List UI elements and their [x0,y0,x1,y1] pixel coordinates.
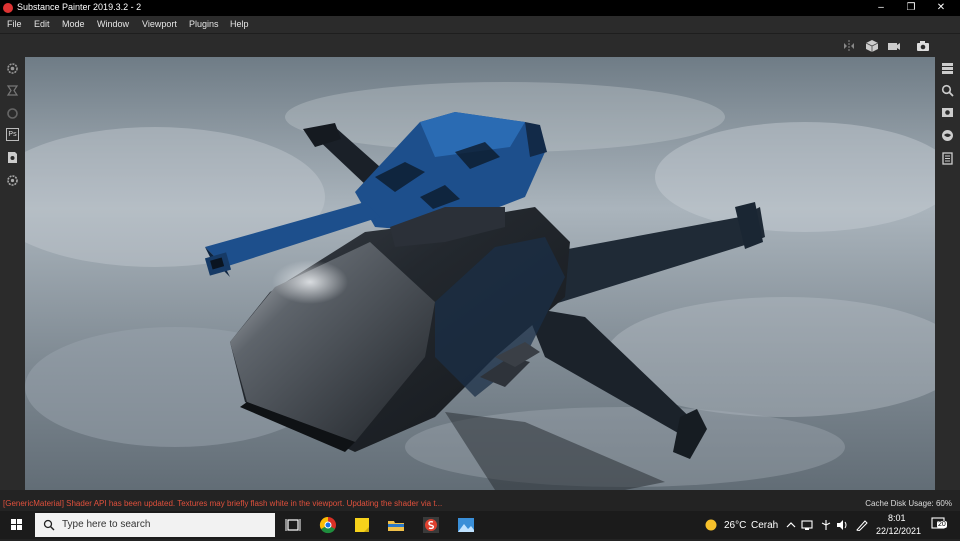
settings-gear-icon[interactable] [6,62,19,75]
notification-badge: 20 [937,521,947,528]
notification-center-button[interactable]: 20 [930,516,948,532]
cache-disk-usage: Cache Disk Usage: 60% [865,499,952,508]
volume-icon[interactable] [836,519,850,531]
left-sidebar: Ps [0,57,25,490]
cube-display-icon[interactable] [865,39,879,53]
pen-ink-icon[interactable] [855,519,869,531]
sticky-notes-icon[interactable] [352,515,372,535]
menu-viewport[interactable]: Viewport [142,19,177,29]
window-title: Substance Painter 2019.3.2 - 2 [17,2,142,12]
chrome-icon[interactable] [318,515,338,535]
photoshop-export-icon[interactable]: Ps [6,128,19,141]
bake-icon[interactable] [6,84,19,97]
screenshot-icon[interactable] [916,39,930,53]
close-button[interactable]: ✕ [926,0,956,16]
clock-time[interactable]: 8:01 [888,513,906,523]
menu-edit[interactable]: Edit [34,19,50,29]
symmetry-icon[interactable] [842,39,856,53]
display-settings-icon[interactable] [941,106,954,119]
weather-temperature[interactable]: 26°C [724,520,746,531]
restore-button[interactable]: ❐ [896,0,926,16]
history-icon[interactable] [941,152,954,165]
search-placeholder: Type here to search [62,519,151,530]
photos-icon[interactable] [456,515,476,535]
cache-value: 60% [935,499,952,508]
windows-logo-icon [11,519,22,530]
weather-description[interactable]: Cerah [751,520,778,531]
3d-viewport[interactable] [25,57,935,490]
weather-sun-icon [705,519,717,531]
viewport-scene [25,57,935,490]
status-message: [GenericMaterial] Shader API has been up… [3,499,443,508]
status-bar: [GenericMaterial] Shader API has been up… [0,497,960,511]
file-explorer-icon[interactable] [386,515,406,535]
cache-label: Cache Disk Usage: [865,499,934,508]
search-icon [43,519,55,531]
search-icon[interactable] [941,84,954,97]
task-view-icon[interactable] [283,515,303,535]
title-bar: Substance Painter 2019.3.2 - 2 – ❐ ✕ [0,0,960,16]
menu-file[interactable]: File [7,19,22,29]
substance-painter-logo-icon [3,3,13,13]
export-icon[interactable] [6,151,19,164]
windows-taskbar: Type here to search 26°C Cerah 8:01 22/1… [0,511,960,539]
menu-mode[interactable]: Mode [62,19,85,29]
usb-device-icon[interactable] [819,519,833,531]
shader-icon[interactable] [6,107,19,120]
viewport-toolbar [0,33,960,58]
camera-video-icon[interactable] [887,39,901,53]
clock-date[interactable]: 22/12/2021 [876,526,921,536]
menu-plugins[interactable]: Plugins [189,19,219,29]
settings-icon[interactable] [6,174,19,187]
substance-painter-icon[interactable] [421,515,441,535]
minimize-button[interactable]: – [866,0,896,16]
environment-icon[interactable] [941,129,954,142]
start-button[interactable] [0,511,34,539]
network-icon[interactable] [801,519,815,531]
menu-bar: File Edit Mode Window Viewport Plugins H… [0,16,960,33]
layers-icon[interactable] [941,62,954,75]
chevron-up-icon[interactable] [786,520,796,530]
taskbar-search-box[interactable]: Type here to search [35,513,275,537]
menu-window[interactable]: Window [97,19,129,29]
right-sidebar [935,57,960,490]
menu-help[interactable]: Help [230,19,249,29]
